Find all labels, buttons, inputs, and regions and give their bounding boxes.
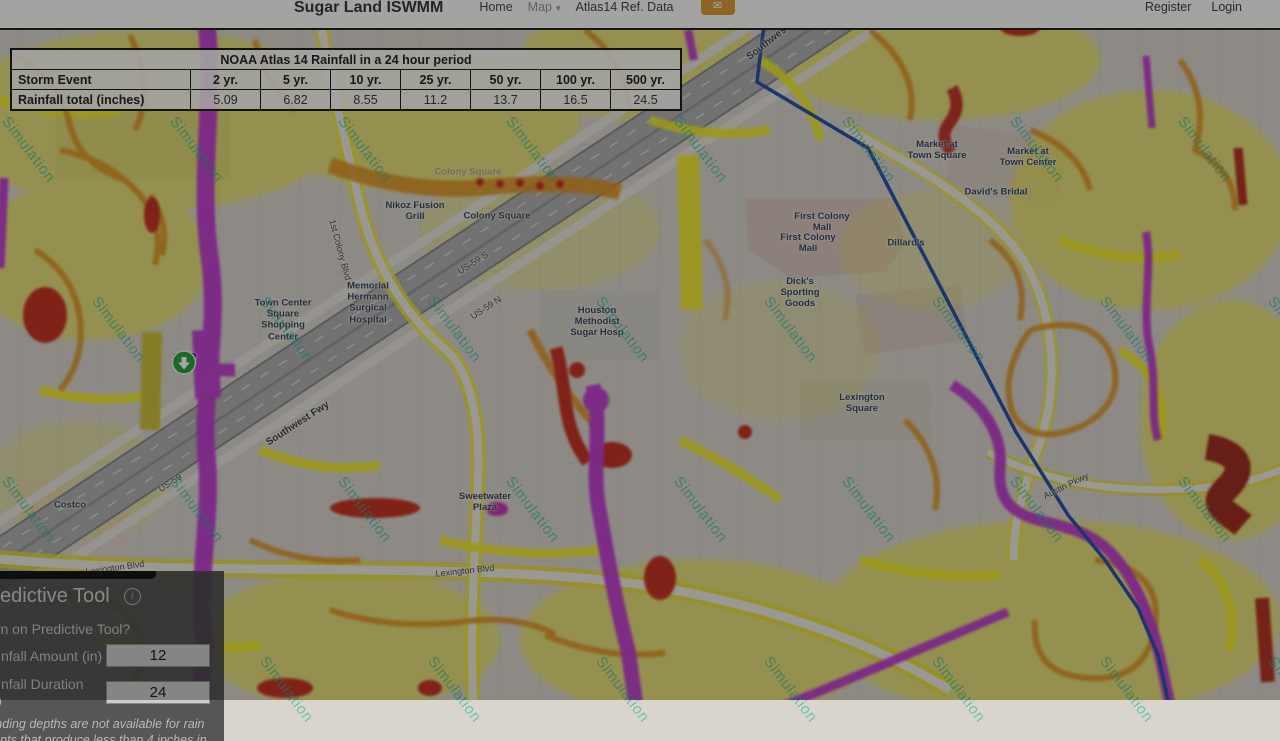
register-link[interactable]: Register [1145, 0, 1192, 15]
col-header: 2 yr. [191, 70, 261, 90]
col-header: 50 yr. [471, 70, 541, 90]
caret-down-icon: ▾ [556, 3, 561, 13]
col-header: 100 yr. [541, 70, 611, 90]
info-icon[interactable]: i [124, 588, 141, 605]
rainfall-value: 11.2 [401, 90, 471, 111]
rainfall-table: NOAA Atlas 14 Rainfall in a 24 hour peri… [10, 48, 682, 111]
col-header: 10 yr. [331, 70, 401, 90]
nav-map-label: Map [528, 0, 552, 14]
down-arrow-marker-icon [171, 350, 197, 376]
predictive-tool-title: Predictive Tool [0, 585, 110, 608]
rainfall-value: 8.55 [331, 90, 401, 111]
storm-event-header: Storm Event [11, 70, 191, 90]
app-title: Sugar Land ISWMM [294, 0, 443, 16]
auth-links: Register Login [1145, 0, 1242, 15]
rainfall-value: 16.5 [541, 90, 611, 111]
rainfall-total-header: Rainfall total (inches) [11, 90, 191, 111]
envelope-icon: ✉ [713, 0, 722, 12]
app-header: Sugar Land ISWMM Home Map ▾ Atlas14 Ref. … [0, 0, 1280, 30]
login-link[interactable]: Login [1211, 0, 1242, 15]
rainfall-amount-label: Rainfall Amount (in) [0, 648, 102, 664]
rainfall-value: 13.7 [471, 90, 541, 111]
pond [1207, 447, 1243, 525]
table-row: Rainfall total (inches) 5.09 6.82 8.55 1… [11, 90, 681, 111]
rainfall-amount-input[interactable] [106, 644, 210, 667]
predictive-tool-toggle-question: Turn on Predictive Tool? [0, 621, 210, 637]
nav-map[interactable]: Map ▾ [528, 0, 561, 16]
predictive-tool-panel: Predictive Tool i Turn on Predictive Too… [0, 571, 224, 741]
table-row: Storm Event 2 yr. 5 yr. 10 yr. 25 yr. 50… [11, 70, 681, 90]
nav-home[interactable]: Home [479, 0, 512, 15]
col-header: 25 yr. [401, 70, 471, 90]
main-nav: Home Map ▾ Atlas14 Ref. Data ✉ [479, 0, 734, 16]
flood-depth-marker[interactable]: 1.12 [171, 350, 199, 365]
rainfall-value: 6.82 [261, 90, 331, 111]
rainfall-duration-input[interactable] [106, 681, 210, 704]
rainfall-duration-label: Rainfall Duration (hr) [0, 676, 106, 708]
col-header: 5 yr. [261, 70, 331, 90]
rainfall-value: 5.09 [191, 90, 261, 111]
rainfall-table-title: NOAA Atlas 14 Rainfall in a 24 hour peri… [11, 49, 681, 70]
col-header: 500 yr. [611, 70, 682, 90]
rainfall-value: 24.5 [611, 90, 682, 111]
panel-top-bar [0, 571, 156, 579]
predictive-tool-note: Ponding depths are not available for rai… [0, 717, 210, 741]
header-action-button[interactable]: ✉ [701, 0, 735, 15]
nav-atlas14-ref-data[interactable]: Atlas14 Ref. Data [576, 0, 674, 15]
